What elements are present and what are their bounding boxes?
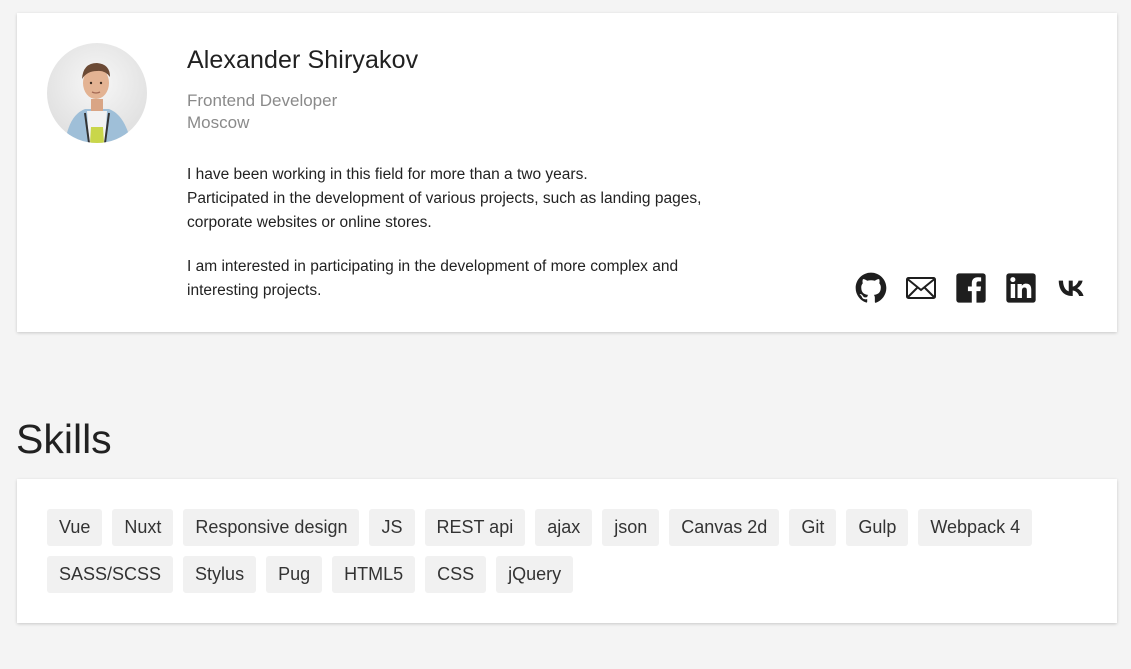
skill-tag: Vue [47,509,103,546]
skill-tag: Responsive design [183,509,360,546]
about-line: I have been working in this field for mo… [187,166,588,183]
profile-meta: Frontend Developer Moscow [187,90,337,134]
skill-tag: Webpack 4 [918,509,1033,546]
skill-tag: Canvas 2d [669,509,780,546]
about-line: I am interested in participating in the … [187,258,679,275]
linkedin-icon [1006,273,1036,303]
vk-link[interactable] [1055,272,1087,304]
facebook-link[interactable] [955,272,987,304]
skill-tag: Git [789,509,837,546]
github-icon [855,272,887,303]
skills-title: Skills [16,416,112,462]
about-line: interesting projects. [187,282,322,299]
mail-link[interactable] [905,272,937,304]
skill-tag: json [602,509,660,546]
skill-tag: Nuxt [112,509,174,546]
facebook-icon [956,273,986,303]
profile-role: Frontend Developer [187,91,338,110]
vk-icon [1058,280,1084,296]
skills-list: Vue Nuxt Responsive design JS REST api a… [47,509,1047,593]
skill-tag: CSS [425,556,487,593]
skill-tag: SASS/SCSS [47,556,174,593]
profile-card: Alexander Shiryakov Frontend Developer M… [17,13,1117,332]
about-line: Participated in the development of vario… [187,190,702,207]
avatar [47,43,147,143]
skill-tag: Pug [266,556,323,593]
github-link[interactable] [855,272,887,304]
skill-tag: HTML5 [332,556,416,593]
skill-tag: ajax [535,509,593,546]
profile-about: I have been working in this field for mo… [187,163,747,323]
about-paragraph-1: I have been working in this field for mo… [187,163,747,235]
skill-tag: Gulp [846,509,909,546]
skill-tag: jQuery [496,556,574,593]
skill-tag: JS [369,509,415,546]
mail-icon [906,277,936,299]
profile-name: Alexander Shiryakov [187,46,419,74]
about-paragraph-2: I am interested in participating in the … [187,255,747,303]
skills-card: Vue Nuxt Responsive design JS REST api a… [17,479,1117,623]
about-line: corporate websites or online stores. [187,214,432,231]
linkedin-link[interactable] [1005,272,1037,304]
social-links [855,272,1087,304]
profile-city: Moscow [187,113,250,132]
skill-tag: REST api [424,509,526,546]
skill-tag: Stylus [183,556,257,593]
